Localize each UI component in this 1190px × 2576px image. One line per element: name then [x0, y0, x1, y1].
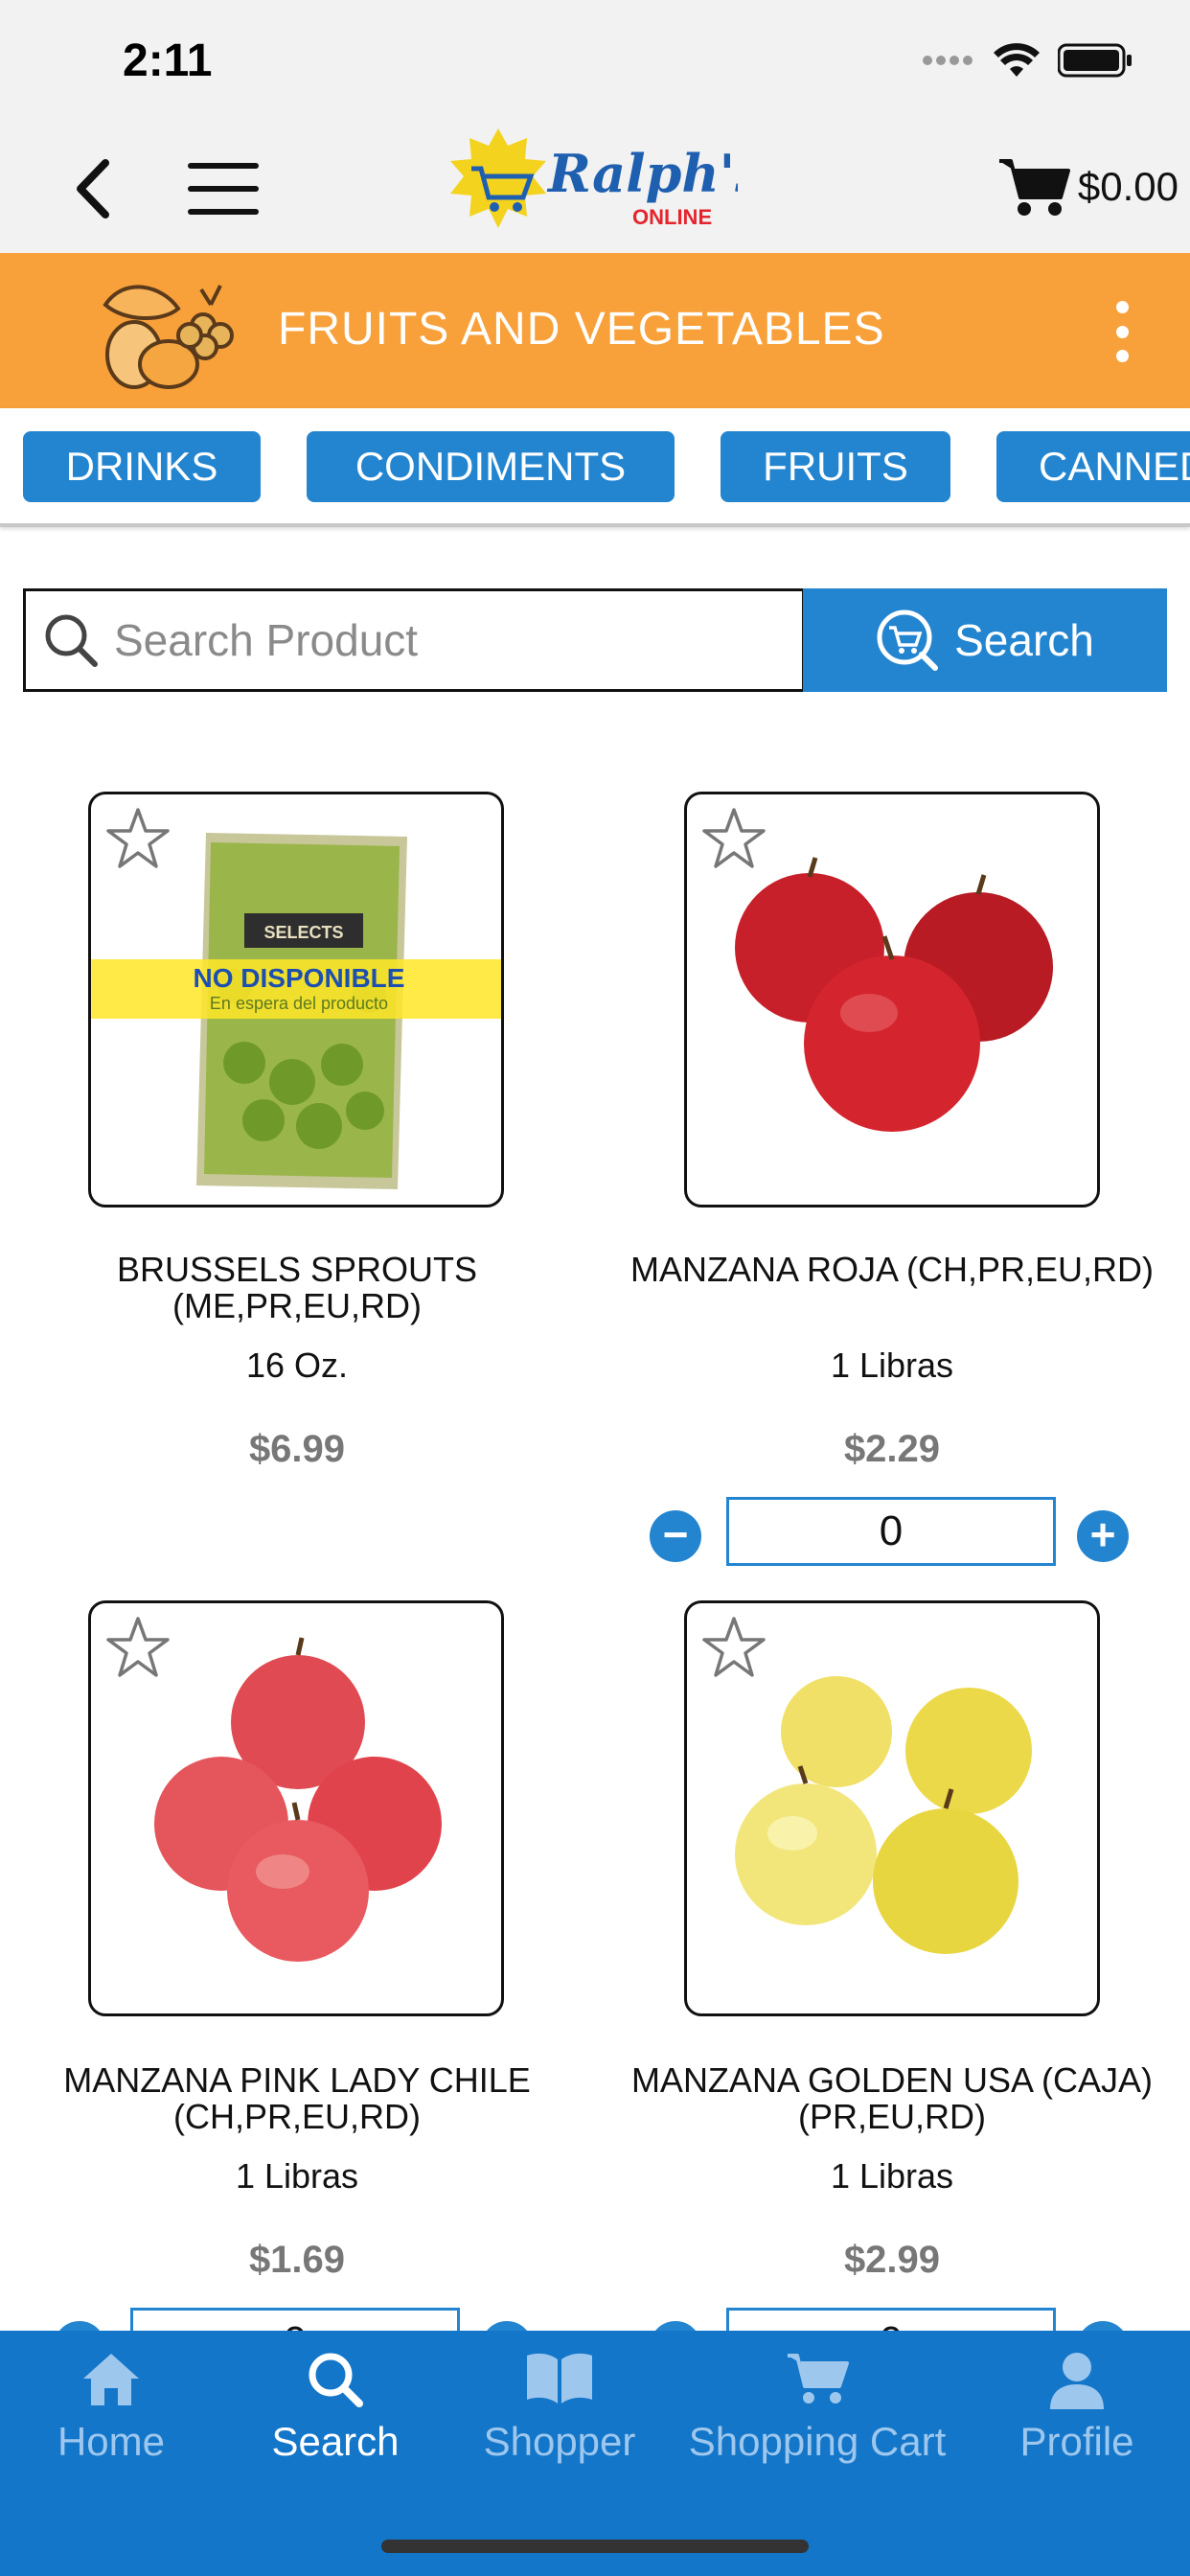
hamburger-menu-button[interactable] — [188, 163, 259, 215]
search-icon — [309, 2353, 363, 2407]
product-name: MANZANA PINK LADY CHILE (CH,PR,EU,RD) — [63, 2060, 531, 2136]
tab-home-label: Home — [57, 2419, 166, 2464]
product-image[interactable] — [684, 792, 1100, 1208]
tab-shopping-cart[interactable]: Shopping Cart — [676, 2331, 958, 2484]
product-unit: 1 Libras — [235, 2156, 359, 2196]
kebab-dot — [1115, 325, 1129, 338]
cart-total: $0.00 — [1077, 164, 1179, 209]
cart-icon — [788, 2354, 849, 2404]
tab-shopper-label: Shopper — [483, 2419, 636, 2464]
chip-canned[interactable]: CANNED — [996, 431, 1190, 502]
chip-drinks[interactable]: DRINKS — [23, 431, 261, 502]
product-price: $2.99 — [843, 2239, 941, 2281]
ralphs-logo[interactable]: Ralph's ONLINE — [450, 125, 765, 240]
tab-shopping-cart-label: Shopping Cart — [688, 2419, 947, 2464]
decrease-quantity-button[interactable]: − — [650, 1510, 701, 1562]
status-bar: 2:11 — [0, 0, 1190, 125]
tab-shopper[interactable]: Shopper — [473, 2331, 646, 2484]
kebab-dot — [1115, 301, 1129, 313]
battery-icon — [1058, 43, 1132, 78]
status-icons — [922, 42, 1133, 79]
favorite-star-icon[interactable] — [104, 1615, 172, 1680]
subcategory-chips: DRINKS CONDIMENTS FRUITS CANNED — [0, 408, 1190, 527]
search-button-label: Search — [954, 615, 1094, 665]
search-row: Search — [23, 588, 1167, 692]
product-unit: 1 Libras — [830, 1346, 954, 1385]
cart-icon — [998, 159, 1070, 216]
back-chevron-icon — [77, 159, 109, 218]
product-name: MANZANA GOLDEN USA (CAJA) (PR,EU,RD) — [630, 2060, 1154, 2136]
category-title: FRUITS AND VEGETABLES — [278, 304, 885, 355]
tab-profile-label: Profile — [1019, 2419, 1134, 2464]
product-price: $6.99 — [248, 1428, 346, 1470]
search-icon — [45, 614, 98, 667]
kebab-dot — [1115, 350, 1129, 362]
svg-text:ONLINE: ONLINE — [632, 205, 712, 229]
search-field[interactable] — [23, 588, 805, 692]
product-image[interactable]: SELECTS NO DISPONIBLE En espera del prod… — [88, 792, 504, 1208]
favorite-star-icon[interactable] — [700, 1615, 767, 1680]
unavailable-overlay: NO DISPONIBLE En espera del producto — [91, 959, 501, 1019]
chip-fruits[interactable]: FRUITS — [721, 431, 950, 502]
quantity-stepper: − 0 + — [650, 1497, 1134, 1566]
more-options-button[interactable] — [1108, 301, 1136, 362]
search-button[interactable]: Search — [803, 588, 1167, 692]
status-time: 2:11 — [123, 35, 213, 86]
bag-label: SELECTS — [263, 923, 343, 942]
menu-line — [188, 163, 259, 169]
menu-line — [188, 186, 259, 192]
product-price: $2.29 — [843, 1428, 941, 1470]
profile-icon — [1050, 2353, 1104, 2409]
favorite-star-icon[interactable] — [104, 806, 172, 871]
header-cart-button[interactable]: $0.00 — [997, 155, 1179, 218]
increase-quantity-button[interactable]: + — [1077, 1510, 1129, 1562]
product-name: MANZANA ROJA (CH,PR,EU,RD) — [629, 1250, 1155, 1289]
book-icon — [527, 2353, 592, 2404]
app-header: Ralph's ONLINE $0.00 — [0, 125, 1190, 253]
back-button[interactable] — [63, 157, 121, 220]
wifi-icon — [994, 43, 1040, 77]
chip-condiments[interactable]: CONDIMENTS — [307, 431, 675, 502]
tab-search-label: Search — [271, 2419, 400, 2464]
search-input[interactable] — [114, 614, 766, 666]
product-unit: 16 Oz. — [245, 1346, 349, 1385]
home-indicator — [381, 2540, 809, 2553]
unavailable-sublabel: En espera del producto — [209, 994, 389, 1013]
search-cart-icon — [877, 610, 939, 671]
menu-line — [188, 209, 259, 215]
tab-home[interactable]: Home — [34, 2331, 188, 2484]
cellular-signal-icon — [923, 56, 973, 65]
tab-profile[interactable]: Profile — [1002, 2331, 1152, 2484]
product-price: $1.69 — [248, 2239, 346, 2281]
product-image[interactable] — [684, 1600, 1100, 2016]
tab-search[interactable]: Search — [257, 2331, 414, 2484]
product-image[interactable] — [88, 1600, 504, 2016]
home-icon — [83, 2354, 139, 2405]
product-unit: 1 Libras — [830, 2156, 954, 2196]
svg-text:Ralph's: Ralph's — [546, 143, 738, 204]
category-bar: FRUITS AND VEGETABLES — [0, 253, 1190, 408]
quantity-input[interactable]: 0 — [726, 1497, 1056, 1566]
fruits-vegetables-icon — [103, 285, 234, 389]
unavailable-label: NO DISPONIBLE — [193, 963, 405, 993]
product-name: BRUSSELS SPROUTS (ME,PR,EU,RD) — [116, 1250, 478, 1325]
favorite-star-icon[interactable] — [700, 806, 767, 871]
